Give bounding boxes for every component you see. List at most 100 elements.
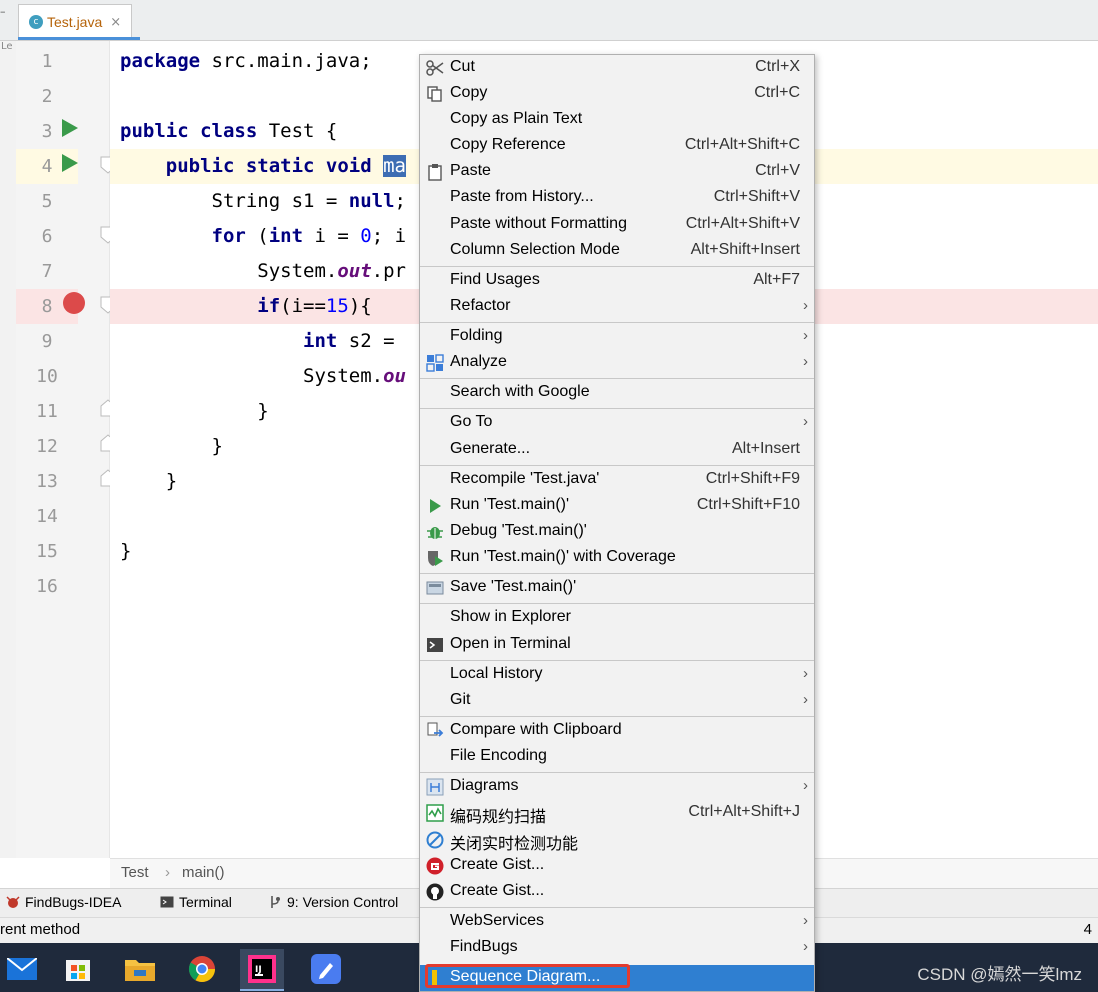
menu-separator (420, 660, 814, 661)
code-line: package src.main.java; (120, 44, 372, 79)
status-position[interactable]: 4 (1084, 921, 1092, 938)
menu-item-label: Paste without Formatting (450, 215, 627, 232)
scissors-icon (426, 60, 444, 76)
code-token: null (348, 190, 395, 212)
menu-item-shortcut: Ctrl+Alt+Shift+J (688, 803, 800, 820)
menu-item-label: Copy (450, 84, 488, 101)
code-token: public static void (120, 155, 384, 177)
chrome-icon[interactable] (180, 949, 224, 989)
menu-item-go-to[interactable]: Go To › (420, 410, 814, 436)
terminal-tool-label: Terminal (179, 894, 232, 910)
code-token: ; i (371, 225, 407, 247)
tab-test-java[interactable]: c Test.java × (18, 4, 133, 39)
code-token: i = (314, 225, 361, 247)
terminal-tool-button[interactable]: Terminal (160, 894, 232, 910)
code-token: ; (394, 190, 406, 212)
menu-item-local-history[interactable]: Local History › (420, 662, 814, 688)
breadcrumb-method[interactable]: main() (182, 864, 225, 881)
menu-item-label: Generate... (450, 440, 531, 457)
line-number: 6 (41, 226, 53, 247)
highlight-annotation-box (425, 964, 630, 988)
menu-item-run[interactable]: Run 'Test.main()' Ctrl+Shift+F10 (420, 493, 814, 519)
menu-item-column-selection[interactable]: Column Selection Mode Alt+Shift+Insert (420, 238, 814, 264)
tab-bar-left-arrow[interactable]: – (0, 5, 14, 35)
code-token: s2 = (348, 330, 395, 352)
menu-item-shortcut: Ctrl+X (755, 58, 800, 75)
watermark: CSDN @嫣然一笑lmz (917, 965, 1082, 984)
run-icon (430, 499, 441, 513)
submenu-arrow-icon: › (803, 912, 808, 929)
menu-item-label: Find Usages (450, 271, 540, 288)
breakpoint-icon[interactable] (63, 292, 85, 314)
menu-item-save-config[interactable]: Save 'Test.main()' (420, 575, 814, 601)
menu-item-label: Create Gist... (450, 856, 545, 873)
file-explorer-icon[interactable] (118, 949, 162, 989)
menu-item-label: Paste (450, 162, 491, 179)
menu-separator (420, 772, 814, 773)
menu-separator (420, 378, 814, 379)
menu-item-file-encoding[interactable]: File Encoding (420, 744, 814, 770)
menu-item-show-explorer[interactable]: Show in Explorer (420, 605, 814, 631)
menu-separator (420, 603, 814, 604)
code-token: String s1 = (120, 190, 349, 212)
mail-app-icon[interactable] (0, 949, 44, 989)
menu-item-findbugs[interactable]: FindBugs › (420, 935, 814, 961)
code-line: } (120, 534, 131, 569)
code-token: System. (120, 365, 384, 387)
menu-item-shortcut: Alt+Insert (731, 440, 800, 457)
gitee-icon (426, 857, 444, 875)
menu-item-debug[interactable]: Debug 'Test.main()' (420, 519, 814, 545)
store-app-icon[interactable] (56, 949, 100, 989)
tab-label: Test.java (47, 14, 103, 30)
menu-item-copy-reference[interactable]: Copy Reference Ctrl+Alt+Shift+C (420, 133, 814, 159)
run-class-icon[interactable] (62, 119, 78, 137)
menu-item-git[interactable]: Git › (420, 688, 814, 714)
menu-item-label: Create Gist... (450, 882, 545, 899)
menu-item-open-terminal[interactable]: Open in Terminal (420, 632, 814, 658)
menu-item-webservices[interactable]: WebServices › (420, 909, 814, 935)
code-line: public class Test { (120, 114, 337, 149)
coverage-icon (428, 551, 443, 566)
menu-item-copy[interactable]: Copy Ctrl+C (420, 81, 814, 107)
close-icon[interactable]: × (110, 15, 121, 30)
menu-item-copy-plain-text[interactable]: Copy as Plain Text (420, 107, 814, 133)
menu-item-refactor[interactable]: Refactor › (420, 294, 814, 320)
menu-item-code-scan[interactable]: 编码规约扫描 Ctrl+Alt+Shift+J (420, 800, 814, 826)
code-token: int (120, 330, 349, 352)
menu-item-cut[interactable]: Cut Ctrl+X (420, 55, 814, 81)
code-line: for (int i = 0; i (120, 219, 407, 254)
run-main-icon[interactable] (62, 154, 78, 172)
notes-app-icon[interactable] (304, 949, 348, 989)
menu-item-create-gist-gitee[interactable]: Create Gist... (420, 853, 814, 879)
findbugs-tool-button[interactable]: FindBugs-IDEA (6, 894, 121, 910)
menu-item-analyze[interactable]: Analyze › (420, 350, 814, 376)
menu-item-paste[interactable]: Paste Ctrl+V (420, 159, 814, 185)
submenu-arrow-icon: › (803, 938, 808, 955)
menu-item-label: Go To (450, 413, 493, 430)
code-token: ( (257, 225, 269, 247)
menu-item-search-google[interactable]: Search with Google (420, 380, 814, 406)
menu-item-diagrams[interactable]: Diagrams › (420, 774, 814, 800)
menu-item-recompile[interactable]: Recompile 'Test.java' Ctrl+Shift+F9 (420, 467, 814, 493)
line-number: 9 (41, 331, 53, 352)
menu-item-folding[interactable]: Folding › (420, 324, 814, 350)
vcs-tool-button[interactable]: 9: Version Control (268, 894, 398, 910)
submenu-arrow-icon: › (803, 327, 808, 344)
menu-item-paste-history[interactable]: Paste from History... Ctrl+Shift+V (420, 185, 814, 211)
menu-item-label: Local History (450, 665, 543, 682)
menu-item-create-gist-github[interactable]: Create Gist... (420, 879, 814, 905)
menu-item-generate[interactable]: Generate... Alt+Insert (420, 437, 814, 463)
editor-tab-bar: – c Test.java × (0, 0, 1098, 41)
breadcrumb-class[interactable]: Test (121, 864, 149, 881)
menu-item-run-coverage[interactable]: Run 'Test.main()' with Coverage (420, 545, 814, 571)
intellij-idea-icon[interactable]: IJ (240, 949, 284, 991)
menu-item-find-usages[interactable]: Find Usages Alt+F7 (420, 268, 814, 294)
github-icon (426, 883, 444, 901)
editor-gutter[interactable]: 1 2 3 4 5 6 7 8 9 10 11 12 13 14 15 16 (16, 41, 116, 858)
code-token: System. (120, 260, 338, 282)
menu-item-label: Compare with Clipboard (450, 721, 622, 738)
menu-item-disable-realtime-check[interactable]: 关闭实时检测功能 (420, 827, 814, 853)
vcs-tool-label: 9: Version Control (287, 894, 399, 910)
menu-item-compare-clipboard[interactable]: Compare with Clipboard (420, 718, 814, 744)
menu-item-paste-no-format[interactable]: Paste without Formatting Ctrl+Alt+Shift+… (420, 212, 814, 238)
